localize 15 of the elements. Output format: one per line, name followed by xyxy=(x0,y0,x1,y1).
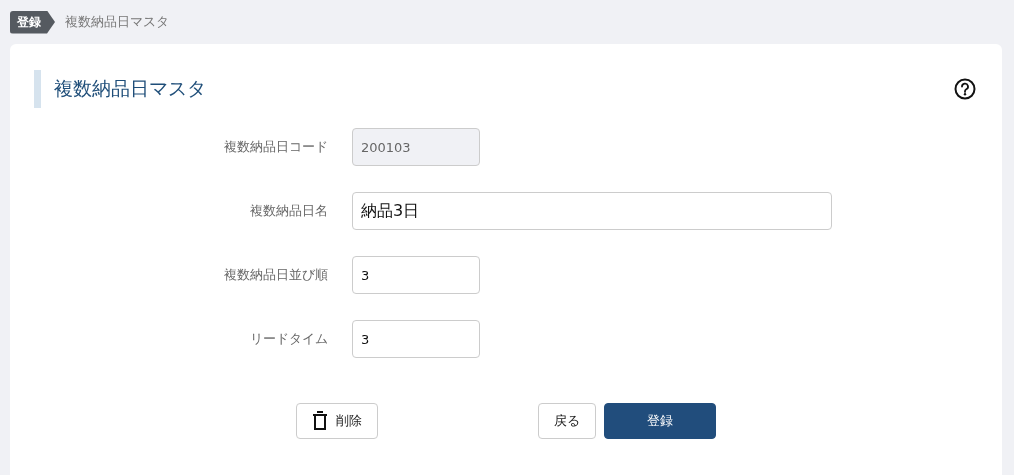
trash-icon xyxy=(312,411,328,431)
register-button[interactable]: 登録 xyxy=(604,403,716,439)
input-field[interactable]: 3 xyxy=(352,320,480,358)
delete-button[interactable]: 削除 xyxy=(296,403,378,439)
input-field[interactable]: 納品3日 xyxy=(352,192,832,230)
breadcrumb-badge[interactable]: 登録 xyxy=(10,10,55,34)
input-field[interactable]: 3 xyxy=(352,256,480,294)
breadcrumb-current: 複数納品日マスタ xyxy=(65,13,169,31)
field-label: リードタイム xyxy=(249,330,328,348)
field-label: 複数納品日コード xyxy=(223,138,328,156)
field-label: 複数納品日名 xyxy=(249,202,328,220)
back-button[interactable]: 戻る xyxy=(538,403,596,439)
help-icon[interactable] xyxy=(954,78,976,100)
field-label: 複数納品日並び順 xyxy=(223,266,328,284)
page-title: 複数納品日マスタ xyxy=(34,70,206,108)
